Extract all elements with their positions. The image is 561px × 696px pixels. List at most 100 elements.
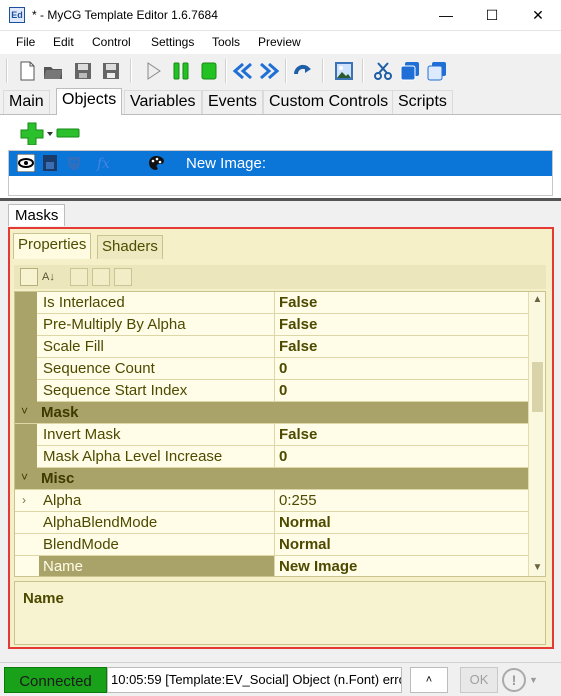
chevron-down-icon[interactable]: ˅ xyxy=(21,470,28,484)
tab-shaders[interactable]: Shaders xyxy=(97,235,163,259)
property-row[interactable]: BlendMode Normal xyxy=(15,534,529,556)
row-gutter xyxy=(15,446,37,468)
app-icon: Ed xyxy=(9,7,25,23)
tab-objects[interactable]: Objects xyxy=(56,88,123,115)
image-icon[interactable] xyxy=(333,60,355,82)
property-value[interactable]: False xyxy=(277,292,317,314)
property-row-selected[interactable]: Name New Image xyxy=(15,556,529,576)
property-row[interactable]: Is Interlaced False xyxy=(15,292,529,314)
toolbar-separator xyxy=(6,59,8,83)
pause-icon[interactable] xyxy=(170,60,192,82)
property-row[interactable]: Pre-Multiply By Alpha False xyxy=(15,314,529,336)
category-misc[interactable]: ˅ Misc xyxy=(15,468,529,490)
menu-tools[interactable]: Tools xyxy=(212,35,240,49)
new-file-icon[interactable] xyxy=(16,60,38,82)
close-button[interactable]: ✕ xyxy=(515,0,561,31)
vertical-scrollbar[interactable]: ▲ ▼ xyxy=(528,292,545,576)
sort-alpha-icon[interactable]: A↓ xyxy=(41,268,59,286)
copy-icon[interactable] xyxy=(399,60,421,82)
property-pages-icon[interactable] xyxy=(70,268,88,286)
eye-icon[interactable] xyxy=(17,154,35,172)
property-value[interactable]: Normal xyxy=(277,534,331,556)
property-row[interactable]: AlphaBlendMode Normal xyxy=(15,512,529,534)
log-up-button[interactable]: ˄ xyxy=(410,667,448,693)
window-title: * - MyCG Template Editor 1.6.7684 xyxy=(32,8,218,22)
property-row[interactable]: Sequence Count 0 xyxy=(15,358,529,380)
remove-icon[interactable] xyxy=(114,268,132,286)
list-item[interactable]: fx New Image: xyxy=(9,151,552,176)
property-name: AlphaBlendMode xyxy=(39,512,275,534)
property-name: Mask Alpha Level Increase xyxy=(39,446,275,468)
add-object-icon[interactable] xyxy=(20,121,54,145)
menu-file[interactable]: File xyxy=(16,35,35,49)
property-name: Pre-Multiply By Alpha xyxy=(39,314,275,336)
scroll-down-icon[interactable]: ▼ xyxy=(529,562,545,573)
tab-variables[interactable]: Variables xyxy=(124,90,202,114)
property-row[interactable]: Sequence Start Index 0 xyxy=(15,380,529,402)
property-row[interactable]: Scale Fill False xyxy=(15,336,529,358)
warning-icon[interactable]: ! xyxy=(502,668,526,692)
remove-object-icon[interactable] xyxy=(56,126,80,140)
maximize-button[interactable]: ☐ xyxy=(469,0,515,31)
stop-icon[interactable] xyxy=(198,60,220,82)
play-icon[interactable] xyxy=(142,60,164,82)
menu-control[interactable]: Control xyxy=(92,35,131,49)
categorized-view-icon[interactable] xyxy=(20,268,38,286)
save-as-icon[interactable] xyxy=(100,60,122,82)
fast-forward-icon[interactable] xyxy=(258,60,280,82)
menu-preview[interactable]: Preview xyxy=(258,35,301,49)
effects-icon[interactable]: fx xyxy=(95,154,117,172)
object-name: New Image: xyxy=(186,155,267,172)
property-name: Invert Mask xyxy=(39,424,275,446)
warning-dropdown-icon[interactable]: ▼ xyxy=(529,675,538,685)
property-row[interactable]: › Alpha 0:255 xyxy=(15,490,529,512)
cut-icon[interactable] xyxy=(372,60,394,82)
redo-icon[interactable] xyxy=(292,60,314,82)
tab-properties[interactable]: Properties xyxy=(13,233,92,259)
property-value[interactable]: 0 xyxy=(277,446,287,468)
minimize-button[interactable]: — xyxy=(423,0,469,31)
ok-button[interactable]: OK xyxy=(460,667,498,693)
toolbar-separator xyxy=(322,59,324,83)
menu-settings[interactable]: Settings xyxy=(151,35,194,49)
property-value[interactable]: 0:255 xyxy=(277,490,317,512)
property-name: Sequence Count xyxy=(39,358,275,380)
chevron-down-icon[interactable]: ˅ xyxy=(21,404,28,418)
masks-panel: Properties Shaders A↓ Is Interlaced Fals… xyxy=(0,226,561,662)
tab-events[interactable]: Events xyxy=(202,90,263,114)
scroll-thumb[interactable] xyxy=(532,362,543,412)
category-name: Misc xyxy=(41,470,75,487)
paste-icon[interactable] xyxy=(426,60,448,82)
property-value[interactable]: 0 xyxy=(277,380,287,402)
category-name: Mask xyxy=(41,404,79,421)
property-value[interactable]: New Image xyxy=(277,556,357,576)
row-gutter xyxy=(15,314,37,336)
property-value[interactable]: Normal xyxy=(277,512,331,534)
property-value[interactable]: False xyxy=(277,314,317,336)
menu-edit[interactable]: Edit xyxy=(53,35,74,49)
property-value[interactable]: 0 xyxy=(277,358,287,380)
property-row[interactable]: Invert Mask False xyxy=(15,424,529,446)
open-folder-icon[interactable] xyxy=(42,60,64,82)
toolbar-separator xyxy=(225,59,227,83)
property-value[interactable]: False xyxy=(277,424,317,446)
palette-icon[interactable] xyxy=(147,154,165,172)
add-icon[interactable] xyxy=(92,268,110,286)
property-row[interactable]: Mask Alpha Level Increase 0 xyxy=(15,446,529,468)
scroll-up-icon[interactable]: ▲ xyxy=(529,294,545,305)
tab-masks[interactable]: Masks xyxy=(8,204,66,228)
tab-main[interactable]: Main xyxy=(3,90,50,114)
chevron-right-icon[interactable]: › xyxy=(22,493,26,507)
save-icon[interactable] xyxy=(72,60,94,82)
category-mask[interactable]: ˅ Mask xyxy=(15,402,529,424)
panel-divider[interactable] xyxy=(0,198,561,201)
lock-icon[interactable] xyxy=(41,154,59,172)
tab-custom-controls[interactable]: Custom Controls xyxy=(263,90,395,114)
rewind-icon[interactable] xyxy=(232,60,254,82)
property-description: Name xyxy=(14,581,546,645)
status-bar: Connected 10:05:59 [Template:EV_Social] … xyxy=(0,662,561,695)
mask-icon[interactable] xyxy=(65,154,83,172)
property-value[interactable]: False xyxy=(277,336,317,358)
tab-scripts[interactable]: Scripts xyxy=(392,90,453,114)
property-name: Sequence Start Index xyxy=(39,380,275,402)
